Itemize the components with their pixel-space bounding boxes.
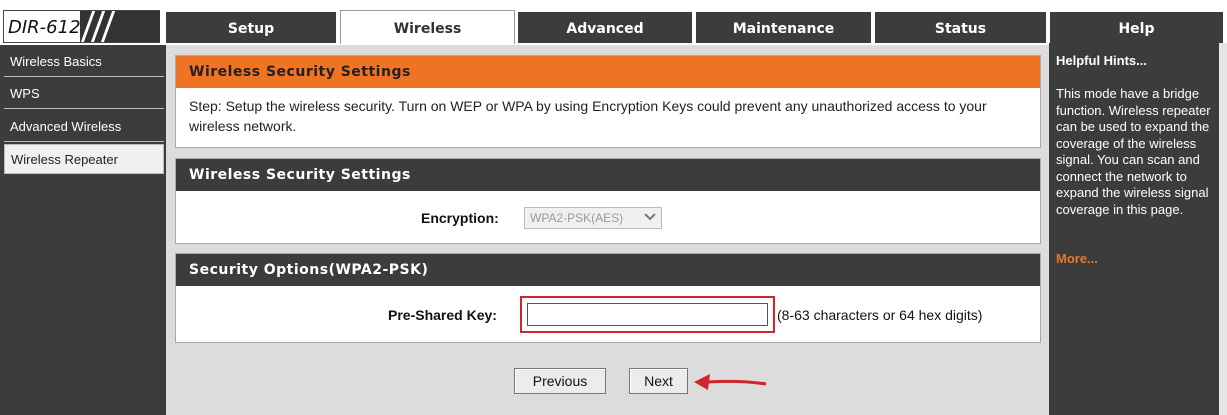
next-button[interactable]: Next [629,368,688,394]
security-settings-panel: Wireless Security Settings Encryption: W… [175,158,1041,244]
logo: DIR-612 [3,10,160,43]
top-bar: DIR-612 Setup Wireless Advanced Maintena… [0,0,1227,45]
sidebar-item-wireless-basics[interactable]: Wireless Basics [4,47,164,77]
help-more-link[interactable]: More... [1056,251,1098,266]
encryption-label: Encryption: [421,210,499,226]
sidebar: Wireless Basics WPS Advanced Wireless Wi… [0,45,166,415]
help-body: This mode have a bridge function. Wirele… [1056,86,1211,217]
help-panel: Helpful Hints... This mode have a bridge… [1049,43,1227,415]
security-options-title: Security Options(WPA2-PSK) [176,254,1040,286]
tab-status[interactable]: Status [875,12,1046,43]
security-options-panel: Security Options(WPA2-PSK) Pre-Shared Ke… [175,253,1041,343]
intro-panel: Wireless Security Settings Step: Setup t… [175,55,1041,148]
pre-shared-key-label: Pre-Shared Key: [388,307,497,323]
logo-model: DIR-612 [8,17,81,38]
help-scrollbar[interactable] [1219,43,1227,415]
key-hint: (8-63 characters or 64 hex digits) [777,307,983,323]
tab-help[interactable]: Help [1050,12,1223,43]
tab-setup[interactable]: Setup [166,12,336,43]
intro-text: Step: Setup the wireless security. Turn … [189,98,987,134]
intro-title: Wireless Security Settings [176,56,1040,88]
main-content: Wireless Security Settings Step: Setup t… [166,45,1049,415]
previous-button[interactable]: Previous [514,368,606,394]
pre-shared-key-input[interactable] [527,303,768,326]
sidebar-item-wireless-repeater[interactable]: Wireless Repeater [4,144,164,174]
tab-wireless[interactable]: Wireless [340,10,515,44]
sidebar-item-wps[interactable]: WPS [4,79,164,109]
logo-stripes [80,11,160,42]
red-arrow-icon [694,374,767,390]
encryption-select[interactable]: WPA2-PSK(AES) [524,207,662,229]
chevron-down-icon [643,210,657,230]
tab-maintenance[interactable]: Maintenance [696,12,871,43]
encryption-value: WPA2-PSK(AES) [530,211,624,225]
sidebar-item-advanced-wireless[interactable]: Advanced Wireless [4,112,164,142]
help-title: Helpful Hints... [1056,53,1147,68]
tab-advanced[interactable]: Advanced [518,12,692,43]
security-settings-title: Wireless Security Settings [176,159,1040,191]
